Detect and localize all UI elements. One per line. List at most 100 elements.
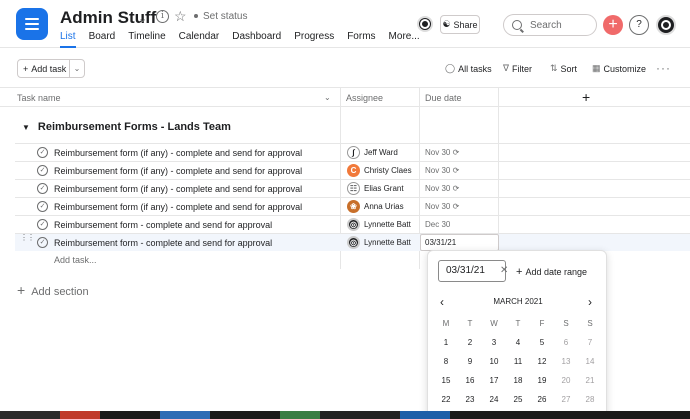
column-due-date[interactable]: Due date xyxy=(425,93,462,103)
share-button[interactable]: ☯ Share xyxy=(440,15,480,34)
calendar-day[interactable]: 22 xyxy=(434,390,458,409)
complete-checkbox-icon[interactable]: ✓ xyxy=(37,147,48,158)
tab-more[interactable]: More... xyxy=(389,31,420,46)
task-assignee[interactable]: ∫ Jeff Ward xyxy=(347,146,398,159)
user-avatar[interactable] xyxy=(656,15,676,35)
calendar-day[interactable]: 10 xyxy=(482,352,506,371)
calendar-day[interactable]: 4 xyxy=(506,333,530,352)
add-section-button[interactable]: + Add section xyxy=(17,282,89,298)
triangle-down-icon[interactable]: ▼ xyxy=(22,123,30,132)
task-due-date[interactable]: Nov 30 ⟳ xyxy=(425,184,459,193)
complete-checkbox-icon[interactable]: ✓ xyxy=(37,237,48,248)
calendar-day[interactable]: 2 xyxy=(458,333,482,352)
calendar-day[interactable]: 8 xyxy=(434,352,458,371)
calendar-day[interactable]: 27 xyxy=(554,390,578,409)
calendar-day[interactable]: 20 xyxy=(554,371,578,390)
chevron-down-icon[interactable]: ⌄ xyxy=(138,12,147,25)
column-assignee[interactable]: Assignee xyxy=(346,93,383,103)
add-date-range-button[interactable]: + Add date range xyxy=(516,266,587,278)
task-due-date[interactable]: Nov 30 ⟳ xyxy=(425,202,459,211)
task-assignee[interactable]: ☷ Elias Grant xyxy=(347,182,404,195)
calendar-day[interactable]: 1 xyxy=(434,333,458,352)
calendar-day[interactable]: 15 xyxy=(434,371,458,390)
task-due-date[interactable]: Dec 30 xyxy=(425,220,450,229)
set-status-button[interactable]: Set status xyxy=(194,11,247,22)
calendar-day[interactable]: 19 xyxy=(530,371,554,390)
tab-forms[interactable]: Forms xyxy=(347,31,375,46)
star-icon[interactable]: ☆ xyxy=(174,8,187,25)
calendar-day[interactable]: 5 xyxy=(530,333,554,352)
add-column-icon[interactable]: + xyxy=(582,89,590,105)
task-row[interactable]: ✓ Reimbursement form (if any) - complete … xyxy=(15,161,690,179)
task-assignee[interactable]: ◎ Lynnette Batt xyxy=(347,218,411,231)
calendar-day[interactable]: 24 xyxy=(482,390,506,409)
task-assignee[interactable]: ❀ Anna Urias xyxy=(347,200,404,213)
add-task-inline[interactable]: Add task... xyxy=(54,255,97,265)
task-row[interactable]: ⋮⋮ ✓ Reimbursement form - complete and sen… xyxy=(15,233,690,251)
calendar-day[interactable]: 26 xyxy=(530,390,554,409)
calendar-day[interactable]: 25 xyxy=(506,390,530,409)
calendar-day[interactable]: 23 xyxy=(458,390,482,409)
calendar-day[interactable]: 17 xyxy=(482,371,506,390)
task-due-date[interactable]: Nov 30 ⟳ xyxy=(425,166,459,175)
task-due-date[interactable]: 03/31/21 xyxy=(425,238,456,247)
task-row[interactable]: ✓ Reimbursement form (if any) - complete … xyxy=(15,179,690,197)
column-task-name[interactable]: Task name xyxy=(17,93,61,103)
add-task-button[interactable]: + Add task ⌄ xyxy=(17,59,85,78)
tab-dashboard[interactable]: Dashboard xyxy=(232,31,281,46)
task-row[interactable]: ✓ Reimbursement form - complete and send … xyxy=(15,215,690,233)
project-list-icon[interactable] xyxy=(16,8,48,40)
task-row[interactable]: ✓ Reimbursement form (if any) - complete … xyxy=(15,143,690,161)
calendar-day[interactable]: 6 xyxy=(554,333,578,352)
info-icon[interactable]: i xyxy=(156,10,169,23)
complete-checkbox-icon[interactable]: ✓ xyxy=(37,183,48,194)
task-due-date[interactable]: Nov 30 ⟳ xyxy=(425,148,459,157)
tab-calendar[interactable]: Calendar xyxy=(179,31,220,46)
calendar-day[interactable]: 7 xyxy=(578,333,602,352)
date-input[interactable]: 03/31/21 ✕ xyxy=(438,260,508,282)
calendar-day[interactable]: 16 xyxy=(458,371,482,390)
tab-timeline[interactable]: Timeline xyxy=(128,31,165,46)
complete-checkbox-icon[interactable]: ✓ xyxy=(37,201,48,212)
calendar-day[interactable]: 21 xyxy=(578,371,602,390)
close-icon[interactable]: ✕ xyxy=(500,261,508,281)
tab-progress[interactable]: Progress xyxy=(294,31,334,46)
project-header: Admin Stuff ⌄ i ☆ Set status List Board Ti… xyxy=(0,0,690,48)
task-row[interactable]: ✓ Reimbursement form (if any) - complete … xyxy=(15,197,690,215)
task-name[interactable]: Reimbursement form (if any) - complete a… xyxy=(54,166,302,176)
section-header[interactable]: ▼ Reimbursement Forms - Lands Team xyxy=(22,121,231,133)
drag-handle-icon[interactable]: ⋮⋮ xyxy=(20,234,35,242)
tab-board[interactable]: Board xyxy=(89,31,116,46)
task-name[interactable]: Reimbursement form - complete and send f… xyxy=(54,220,272,230)
complete-checkbox-icon[interactable]: ✓ xyxy=(37,219,48,230)
calendar-day[interactable]: 12 xyxy=(530,352,554,371)
calendar-day[interactable]: 11 xyxy=(506,352,530,371)
calendar-day[interactable]: 14 xyxy=(578,352,602,371)
task-name[interactable]: Reimbursement form (if any) - complete a… xyxy=(54,148,302,158)
search-input[interactable]: Search xyxy=(503,14,597,36)
sort-button[interactable]: ⇅ Sort xyxy=(550,63,577,74)
task-assignee[interactable]: ◎ Lynnette Batt xyxy=(347,236,411,249)
assignee-name: Elias Grant xyxy=(364,184,404,193)
more-options-icon[interactable]: ··· xyxy=(656,61,671,75)
calendar-day[interactable]: 3 xyxy=(482,333,506,352)
chevron-down-icon[interactable]: ⌄ xyxy=(70,64,84,73)
help-button[interactable]: ? xyxy=(629,15,649,35)
calendar-day[interactable]: 28 xyxy=(578,390,602,409)
calendar-day[interactable]: 13 xyxy=(554,352,578,371)
calendar-day[interactable]: 9 xyxy=(458,352,482,371)
chevron-right-icon[interactable]: › xyxy=(588,295,592,309)
task-name[interactable]: Reimbursement form (if any) - complete a… xyxy=(54,202,302,212)
customize-button[interactable]: ▦ Customize xyxy=(592,63,646,74)
filter-button[interactable]: ∇ Filter xyxy=(503,63,532,74)
calendar-day[interactable]: 18 xyxy=(506,371,530,390)
all-tasks-button[interactable]: ◯ All tasks xyxy=(445,63,492,74)
task-name[interactable]: Reimbursement form (if any) - complete a… xyxy=(54,184,302,194)
task-assignee[interactable]: C Christy Claes xyxy=(347,164,412,177)
quick-add-button[interactable]: + xyxy=(603,15,623,35)
complete-checkbox-icon[interactable]: ✓ xyxy=(37,165,48,176)
chevron-down-icon[interactable]: ⌄ xyxy=(324,93,331,102)
tab-list[interactable]: List xyxy=(60,31,76,48)
member-avatar[interactable] xyxy=(417,16,433,32)
task-name[interactable]: Reimbursement form - complete and send f… xyxy=(54,238,272,248)
